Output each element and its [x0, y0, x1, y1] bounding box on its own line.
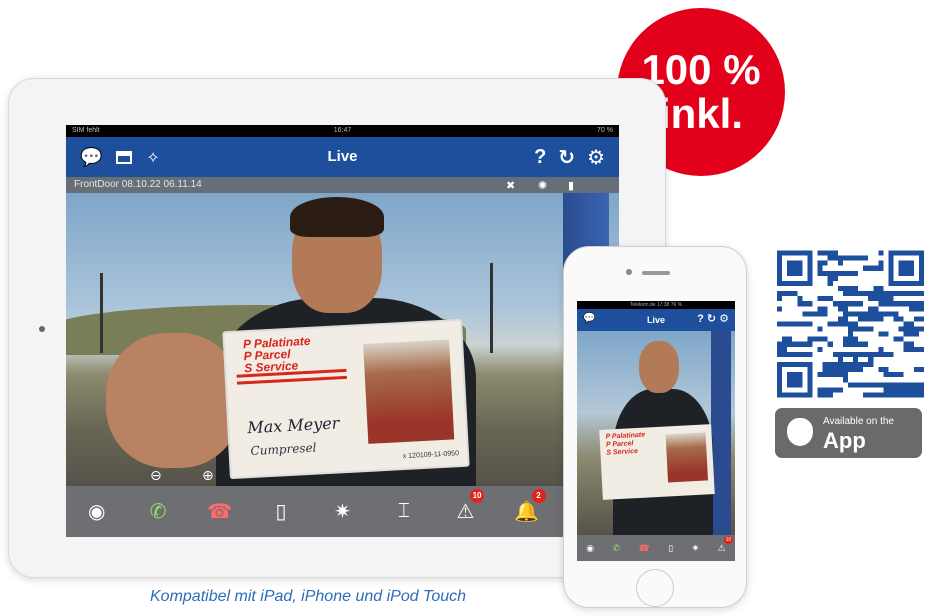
door-icon[interactable]: ▯	[250, 499, 311, 524]
iphone-speaker	[642, 271, 670, 275]
status-time: 16:47	[333, 127, 352, 134]
ipad-control-toolbar: ◉ ✆ ☎ ▯ ✷ ⌶ ⚠ 10 🔔 2 ✉	[66, 486, 619, 537]
zoom-out-icon[interactable]: ⊖	[150, 467, 162, 484]
iphone-nav-bar: 💬 Live ? ↻ ⚙	[577, 309, 735, 331]
zoom-in-icon[interactable]: ⊕	[202, 467, 214, 484]
settings-gear-icon[interactable]: ⚙	[587, 145, 605, 170]
card-number: x 120109-11-0950	[402, 450, 460, 461]
phone-hangup-icon[interactable]: ☎	[189, 499, 250, 524]
alarm-icon[interactable]: ⚠ 10	[718, 535, 734, 554]
camera-time: 06.11.14	[163, 179, 202, 190]
camera-dome-icon[interactable]: ◉	[586, 543, 594, 554]
live-video-view[interactable]: P Palatinate P Parcel S Service Max Meye…	[66, 193, 619, 486]
phone-hangup-icon[interactable]: ☎	[639, 543, 650, 554]
card-brand: P Palatinate P Parcel S Service	[605, 431, 646, 457]
id-card: P Palatinate P Parcel S Service	[599, 424, 715, 500]
card-name: Max Meyer	[246, 413, 340, 438]
camera-dome-icon[interactable]: ◉	[66, 499, 127, 524]
thermometer-icon[interactable]: ⌶	[373, 500, 434, 523]
card-signature: Cumpresel	[250, 440, 317, 459]
card-photo	[665, 432, 709, 483]
iphone-camera-dot	[626, 269, 632, 275]
camera-date: 08.10.22	[121, 179, 161, 190]
street-lamp	[100, 273, 103, 353]
brightness-icon[interactable]: ✺	[538, 178, 547, 194]
refresh-icon[interactable]: ↻	[558, 145, 575, 170]
battery-icon: ▮	[568, 180, 575, 192]
phone-accept-icon[interactable]: ✆	[613, 543, 621, 554]
ipad-status-bar: SIM fehlt 16:47 70 %	[66, 125, 619, 137]
light-icon[interactable]: ✷	[312, 499, 373, 524]
person-hand	[106, 333, 241, 468]
iphone-status-bar: Telekom.de 17:38 76 %	[577, 301, 735, 309]
ipad-screen: SIM fehlt 16:47 70 % 💬 ✧ Live ? ↻ ⚙ Fron…	[66, 125, 619, 537]
blue-door-panel	[711, 331, 731, 535]
help-icon[interactable]: ?	[534, 146, 546, 169]
camera-info-bar: FrontDoor 08.10.22 06.11.14 ✖ ✺ ▮	[66, 177, 619, 193]
alarm-count-badge: 10	[723, 535, 734, 544]
light-icon[interactable]: ✷	[692, 543, 700, 554]
street-lamp	[490, 263, 493, 353]
apple-logo-icon	[787, 418, 813, 446]
status-battery: 70 %	[597, 127, 613, 134]
iphone-nav-actions[interactable]: ? ↻ ⚙	[697, 312, 729, 325]
app-store-large-label: App Store	[823, 428, 880, 479]
person-head	[639, 341, 679, 393]
ipad-nav-bar: 💬 ✧ Live ? ↻ ⚙	[66, 137, 619, 177]
tools-icon[interactable]: ✖	[506, 178, 515, 194]
app-store-button[interactable]: Available on the App Store	[775, 408, 922, 479]
person-hair	[290, 197, 384, 237]
iphone-device: Telekom.de 17:38 76 % 💬 Live ? ↻ ⚙ P Pal…	[563, 246, 747, 608]
id-card: P Palatinate P Parcel S Service Max Meye…	[222, 318, 470, 480]
iphone-live-video[interactable]: P Palatinate P Parcel S Service	[577, 331, 735, 539]
card-photo	[363, 339, 455, 444]
app-store-small-label: Available on the	[823, 416, 894, 427]
phone-accept-icon[interactable]: ✆	[127, 499, 188, 524]
iphone-home-button[interactable]	[636, 569, 674, 607]
iphone-screen: Telekom.de 17:38 76 % 💬 Live ? ↻ ⚙ P Pal…	[577, 301, 735, 561]
ipad-camera-dot	[39, 326, 45, 332]
card-brand: P Palatinate P Parcel S Service	[242, 333, 311, 376]
door-icon[interactable]: ▯	[668, 543, 673, 554]
bell-icon[interactable]: 🔔 2	[496, 489, 557, 524]
bell-count-badge: 2	[531, 489, 546, 503]
alarm-count-badge: 10	[470, 489, 485, 503]
qr-code[interactable]	[777, 250, 924, 398]
iphone-control-toolbar: ◉ ✆ ☎ ▯ ✷ ⚠ 10	[577, 535, 735, 561]
alarm-icon[interactable]: ⚠ 10	[435, 489, 496, 524]
compatibility-caption: Kompatibel mit iPad, iPhone und iPod Tou…	[150, 588, 467, 605]
camera-name: FrontDoor	[74, 179, 120, 190]
